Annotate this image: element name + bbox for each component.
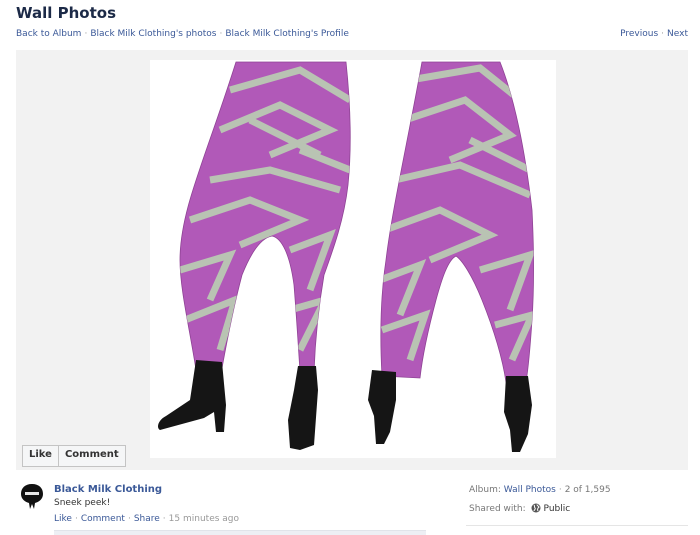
photo[interactable] <box>150 60 556 458</box>
boot-left-1 <box>158 360 226 432</box>
post-owner-name[interactable]: Black Milk Clothing <box>54 484 162 495</box>
legging-front <box>179 61 351 373</box>
privacy-info: Shared with: Public <box>469 503 570 514</box>
like-button[interactable]: Like <box>23 446 58 466</box>
post-separator: · <box>127 514 131 524</box>
page-title: Wall Photos <box>16 4 117 22</box>
next-link[interactable]: Next <box>667 29 688 39</box>
black-milk-logo-icon[interactable] <box>20 483 44 511</box>
breadcrumb-separator: · <box>84 29 88 39</box>
photo-pager: Previous · Next <box>620 29 688 39</box>
comment-box-divider <box>54 530 426 535</box>
post-like-link[interactable]: Like <box>54 514 72 524</box>
post-timestamp[interactable]: 15 minutes ago <box>169 514 239 524</box>
post-actions: Like · Comment · Share · 15 minutes ago <box>54 514 239 524</box>
legging-back <box>380 61 534 383</box>
boot-right-2 <box>504 376 532 452</box>
album-label: Album: <box>469 485 501 495</box>
photo-action-bar: Like Comment <box>22 445 126 467</box>
album-link[interactable]: Wall Photos <box>504 485 556 495</box>
back-to-album-link[interactable]: Back to Album <box>16 29 81 39</box>
album-separator: · <box>558 485 562 495</box>
previous-link[interactable]: Previous <box>620 29 658 39</box>
comment-button[interactable]: Comment <box>57 446 125 466</box>
post-share-link[interactable]: Share <box>134 514 160 524</box>
photo-position: 2 of 1,595 <box>564 485 611 495</box>
album-info: Album: Wall Photos · 2 of 1,595 <box>469 485 611 495</box>
pager-separator: · <box>661 29 665 39</box>
breadcrumb: Back to Album · Black Milk Clothing's phot… <box>16 29 349 39</box>
post-comment-link[interactable]: Comment <box>81 514 125 524</box>
sidebar-divider <box>466 525 688 526</box>
leggings-photo <box>158 61 534 452</box>
globe-icon <box>531 503 541 513</box>
photo-stage[interactable] <box>16 50 688 470</box>
shared-with-label: Shared with: <box>469 504 526 514</box>
post-separator: · <box>162 514 166 524</box>
boot-right-1 <box>368 370 396 444</box>
boot-left-2 <box>288 366 318 450</box>
owner-profile-link[interactable]: Black Milk Clothing's Profile <box>225 29 349 39</box>
post-separator: · <box>74 514 78 524</box>
post-caption: Sneek peek! <box>54 498 111 508</box>
privacy-setting[interactable]: Public <box>544 504 571 514</box>
owner-photos-link[interactable]: Black Milk Clothing's photos <box>90 29 216 39</box>
